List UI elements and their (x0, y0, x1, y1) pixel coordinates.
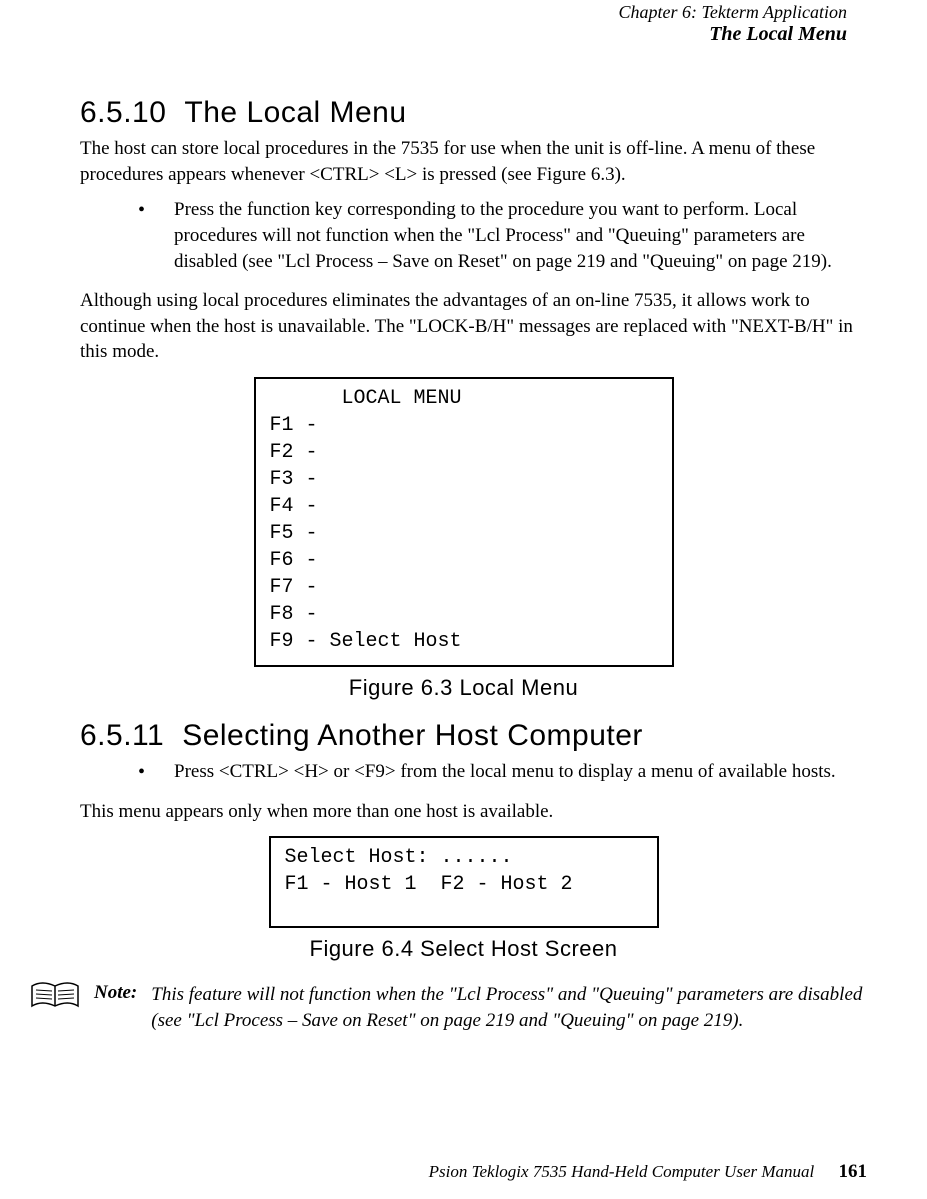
figure-caption-6-4: Figure 6.4 Select Host Screen (60, 936, 867, 962)
footer-text: Psion Teklogix 7535 Hand-Held Computer U… (429, 1162, 815, 1181)
section-heading-6-5-11: 6.5.11 Selecting Another Host Computer (80, 719, 867, 753)
running-header-chapter: Chapter 6: Tekterm Application (60, 2, 867, 23)
list-item: Press the function key corresponding to … (138, 197, 867, 274)
note-block: Note: This feature will not function whe… (30, 980, 867, 1033)
page-number: 161 (839, 1161, 868, 1182)
paragraph: Although using local procedures eliminat… (80, 288, 867, 365)
figure-caption-6-3: Figure 6.3 Local Menu (60, 675, 867, 701)
list-item: Press <CTRL> <H> or <F9> from the local … (138, 759, 867, 785)
note-text: This feature will not function when the … (151, 980, 867, 1033)
bullet-list: Press <CTRL> <H> or <F9> from the local … (138, 759, 867, 785)
note-label: Note: (94, 980, 137, 1004)
section-number: 6.5.10 (80, 96, 166, 129)
paragraph: This menu appears only when more than on… (80, 799, 867, 825)
book-icon (30, 980, 80, 1012)
local-menu-screen: LOCAL MENU F1 - F2 - F3 - F4 - F5 - F6 -… (254, 377, 674, 667)
bullet-list: Press the function key corresponding to … (138, 197, 867, 274)
section-title: The Local Menu (184, 96, 406, 129)
paragraph: The host can store local procedures in t… (80, 136, 867, 187)
running-header-section: The Local Menu (60, 23, 867, 46)
section-heading-6-5-10: 6.5.10 The Local Menu (80, 96, 867, 130)
section-title: Selecting Another Host Computer (182, 719, 643, 752)
select-host-screen: Select Host: ...... F1 - Host 1 F2 - Hos… (269, 836, 659, 928)
section-number: 6.5.11 (80, 719, 164, 752)
page-footer: Psion Teklogix 7535 Hand-Held Computer U… (429, 1161, 867, 1183)
